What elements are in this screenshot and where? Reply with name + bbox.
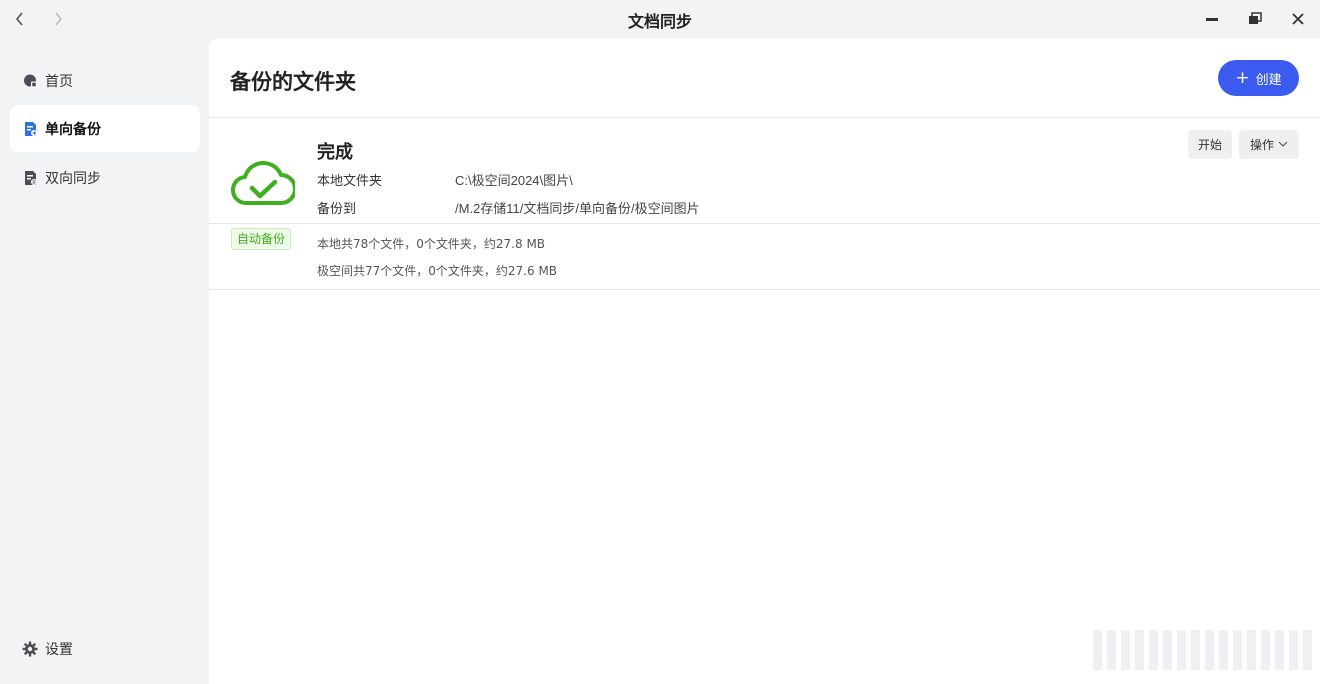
plus-icon: + xyxy=(1235,67,1250,88)
local-folder-path: C:\极空间2024\图片\ xyxy=(455,173,573,188)
local-folder-label: 本地文件夹 xyxy=(317,174,383,189)
sidebar-item-two-way-sync[interactable]: 双向同步 xyxy=(10,154,200,201)
sidebar-item-label: 首页 xyxy=(45,73,73,90)
close-button[interactable] xyxy=(1285,6,1311,32)
start-button[interactable]: 开始 xyxy=(1188,130,1232,159)
sidebar-item-settings[interactable]: 设置 xyxy=(10,625,200,672)
auto-backup-badge: 自动备份 xyxy=(231,228,292,250)
remote-stats: 极空间共77个文件，0个文件夹，约27.6 MB xyxy=(317,264,558,278)
backup-task-card: 自动备份 完成 本地文件夹 C:\极空间2024\图片\ 备份到 /M.2存储1… xyxy=(209,118,1320,290)
window-title: 文档同步 xyxy=(627,12,692,31)
task-status: 完成 xyxy=(317,142,353,163)
close-icon xyxy=(1292,13,1304,25)
main-panel: 备份的文件夹 + 创建 自动备份 完成 本地文件夹 C:\极空间2024\图片\… xyxy=(209,38,1320,684)
local-stats: 本地共78个文件，0个文件夹，约27.8 MB xyxy=(317,237,546,251)
sidebar: 首页 单向备份 双向同步 设置 xyxy=(0,38,209,684)
operations-label: 操作 xyxy=(1249,138,1274,152)
divider xyxy=(209,289,1320,290)
create-button-label: 创建 xyxy=(1255,72,1282,88)
settings-label: 设置 xyxy=(45,641,73,658)
backup-doc-icon xyxy=(22,121,38,137)
minimize-icon xyxy=(1206,18,1218,21)
chevron-down-icon xyxy=(1278,141,1288,148)
create-button[interactable]: + 创建 xyxy=(1218,60,1299,96)
sidebar-item-label: 双向同步 xyxy=(45,170,101,187)
home-icon xyxy=(22,73,38,89)
operations-dropdown[interactable]: 操作 xyxy=(1239,130,1299,159)
sidebar-item-label: 单向备份 xyxy=(45,121,101,138)
decorative-stripes xyxy=(1093,630,1315,670)
maximize-button[interactable] xyxy=(1242,6,1268,32)
restore-icon xyxy=(1249,12,1262,24)
sync-doc-icon xyxy=(22,170,38,186)
gear-icon xyxy=(22,641,38,657)
sidebar-item-one-way-backup[interactable]: 单向备份 xyxy=(10,105,200,152)
backup-to-path: /M.2存储11/文档同步/单向备份/极空间图片 xyxy=(455,201,700,216)
sidebar-item-home[interactable]: 首页 xyxy=(10,57,200,104)
divider xyxy=(209,223,1320,224)
page-title: 备份的文件夹 xyxy=(230,70,356,94)
cloud-check-icon xyxy=(231,161,295,206)
title-bar: 文档同步 xyxy=(0,0,1320,38)
backup-to-label: 备份到 xyxy=(317,202,357,217)
minimize-button[interactable] xyxy=(1199,6,1225,32)
